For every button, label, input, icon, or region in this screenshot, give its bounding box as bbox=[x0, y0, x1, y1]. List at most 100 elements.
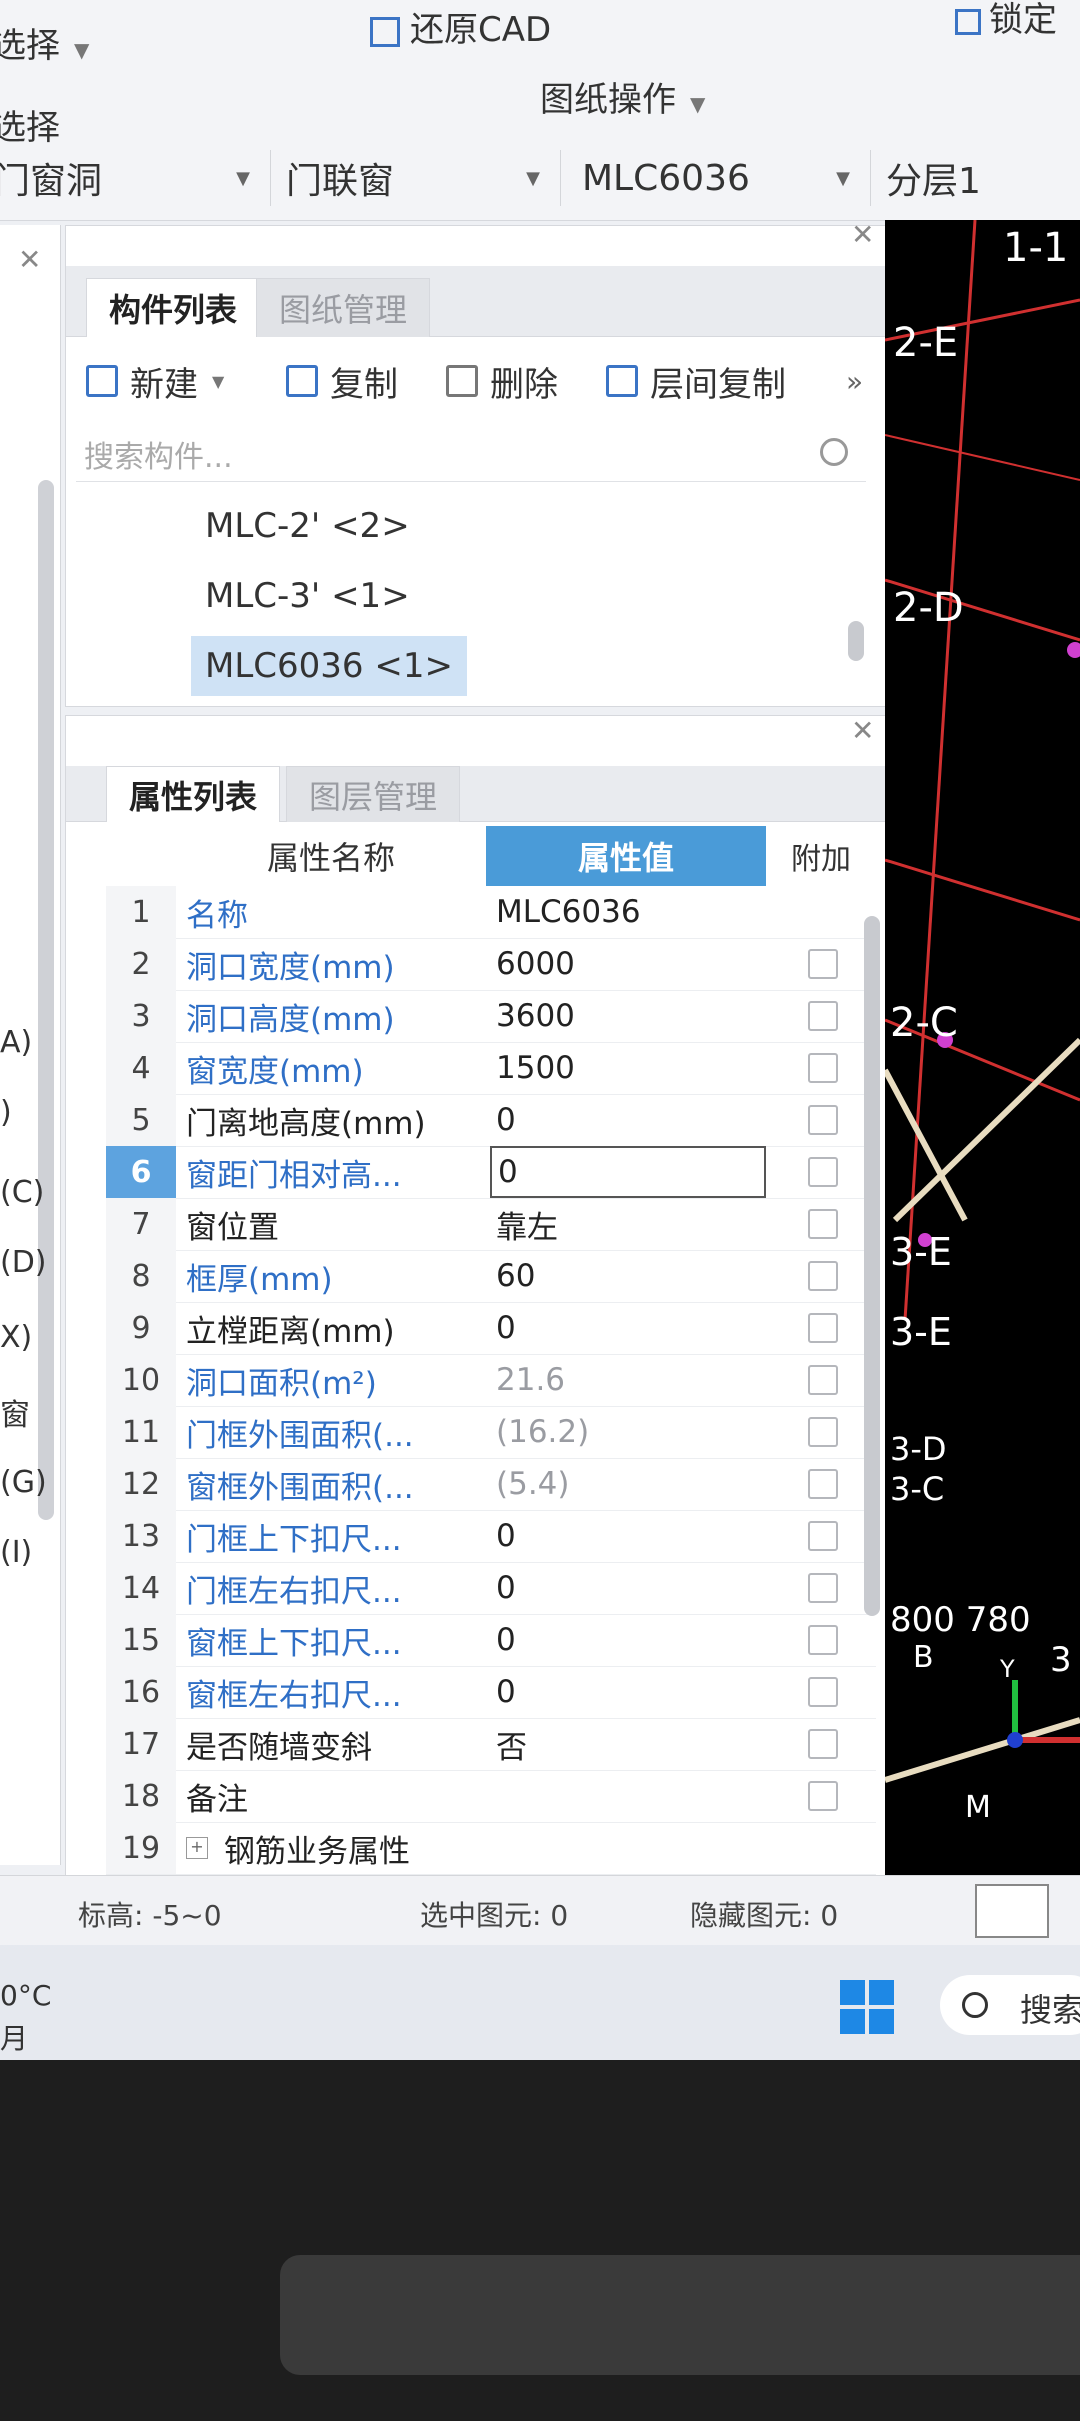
extra-checkbox[interactable] bbox=[808, 1781, 838, 1811]
left-scrollbar[interactable] bbox=[38, 480, 54, 1520]
extra-checkbox[interactable] bbox=[808, 1365, 838, 1395]
select-button[interactable]: 选择 bbox=[0, 100, 60, 149]
extra-checkbox[interactable] bbox=[808, 1053, 838, 1083]
extra-checkbox[interactable] bbox=[808, 1469, 838, 1499]
table-row[interactable]: 9 立樘距离(mm) 0 bbox=[106, 1302, 876, 1355]
property-value[interactable]: 3600 bbox=[496, 990, 766, 1042]
layer-select[interactable]: 分层1 bbox=[870, 150, 1080, 206]
windows-start-icon[interactable] bbox=[840, 1980, 894, 2034]
close-icon[interactable]: ✕ bbox=[851, 218, 874, 251]
header-property-value[interactable]: 属性值 bbox=[486, 826, 766, 886]
copy-button[interactable]: 复制 bbox=[286, 346, 398, 416]
table-row[interactable]: 4 窗宽度(mm) 1500 bbox=[106, 1042, 876, 1095]
property-value[interactable]: 1500 bbox=[496, 1042, 766, 1094]
property-value[interactable]: 6000 bbox=[496, 938, 766, 990]
property-value[interactable]: 0 bbox=[496, 1614, 766, 1666]
list-item[interactable]: MLC-3' <1> bbox=[191, 566, 424, 626]
cad-canvas[interactable]: 1-1 2-E 2-D 2-C 3-E 3-E 3-D 3-C 800 780 … bbox=[885, 220, 1080, 1880]
component-scrollbar[interactable] bbox=[848, 621, 864, 661]
component-select[interactable]: MLC6036 ▼ bbox=[560, 150, 871, 206]
category-select[interactable]: 门窗洞 ▼ bbox=[0, 150, 271, 206]
close-icon[interactable]: ✕ bbox=[18, 243, 41, 276]
new-icon bbox=[86, 365, 118, 397]
expand-icon[interactable]: + bbox=[186, 1837, 208, 1859]
property-value[interactable]: 0 bbox=[496, 1666, 766, 1718]
property-value[interactable]: 靠左 bbox=[496, 1198, 766, 1250]
property-value[interactable]: MLC6036 bbox=[496, 886, 766, 938]
weather-temp[interactable]: 0°C bbox=[0, 1979, 51, 2012]
table-row[interactable]: 11 门框外围面积(... (16.2) bbox=[106, 1406, 876, 1459]
extra-checkbox[interactable] bbox=[808, 1729, 838, 1759]
tab-layer-management[interactable]: 图层管理 bbox=[286, 766, 461, 822]
left-item[interactable]: A) bbox=[0, 1025, 32, 1060]
extra-checkbox[interactable] bbox=[808, 1261, 838, 1291]
table-row[interactable]: 3 洞口高度(mm) 3600 bbox=[106, 990, 876, 1043]
restore-cad-button[interactable]: 还原CAD bbox=[370, 2, 551, 51]
search-icon[interactable] bbox=[820, 438, 848, 466]
table-row[interactable]: 7 窗位置 靠左 bbox=[106, 1198, 876, 1251]
table-row[interactable]: 8 框厚(mm) 60 bbox=[106, 1250, 876, 1303]
cad-axis-label: 1-1 bbox=[1003, 225, 1069, 271]
left-item[interactable]: (C) bbox=[0, 1175, 44, 1210]
property-value[interactable]: 否 bbox=[496, 1718, 766, 1770]
table-row[interactable]: 10 洞口面积(m²) 21.6 bbox=[106, 1354, 876, 1407]
left-item[interactable]: ) bbox=[0, 1095, 12, 1130]
tab-property-list[interactable]: 属性列表 bbox=[106, 766, 281, 822]
property-value-editor[interactable]: 0 bbox=[490, 1146, 766, 1198]
property-value[interactable]: 0 bbox=[496, 1510, 766, 1562]
property-value[interactable]: 0 bbox=[496, 1302, 766, 1354]
header-property-name[interactable]: 属性名称 bbox=[176, 826, 486, 886]
delete-button[interactable]: 删除 bbox=[446, 346, 558, 416]
list-item[interactable]: MLC-2' <2> bbox=[191, 496, 424, 556]
left-item[interactable]: X) bbox=[0, 1320, 32, 1355]
table-row[interactable]: 18 备注 bbox=[106, 1770, 876, 1823]
left-item[interactable]: (G) bbox=[0, 1465, 47, 1500]
extra-checkbox[interactable] bbox=[808, 1521, 838, 1551]
extra-checkbox[interactable] bbox=[808, 1209, 838, 1239]
table-row-active[interactable]: 6 窗距门相对高... 0 bbox=[106, 1146, 876, 1199]
list-item-selected[interactable]: MLC6036 <1> bbox=[191, 636, 467, 696]
left-item[interactable]: 窗 bbox=[0, 1390, 30, 1434]
view-toggle-button[interactable] bbox=[975, 1884, 1049, 1938]
more-button[interactable]: » bbox=[846, 346, 863, 416]
property-scrollbar[interactable] bbox=[864, 916, 880, 1616]
drawing-operations-menu[interactable]: 图纸操作 ▼ bbox=[540, 72, 705, 121]
left-item[interactable]: (I) bbox=[0, 1535, 32, 1570]
table-row[interactable]: 2 洞口宽度(mm) 6000 bbox=[106, 938, 876, 991]
property-value[interactable]: 60 bbox=[496, 1250, 766, 1302]
table-row[interactable]: 17 是否随墙变斜 否 bbox=[106, 1718, 876, 1771]
left-item[interactable]: (D) bbox=[0, 1245, 47, 1280]
extra-checkbox[interactable] bbox=[808, 1001, 838, 1031]
extra-checkbox[interactable] bbox=[808, 1313, 838, 1343]
tab-drawing-management[interactable]: 图纸管理 bbox=[256, 278, 431, 337]
floor-copy-button[interactable]: 层间复制 bbox=[606, 346, 786, 416]
select-dropdown[interactable]: 选择 ▼ bbox=[0, 18, 89, 67]
extra-checkbox[interactable] bbox=[808, 1625, 838, 1655]
property-value[interactable]: 0 bbox=[496, 1094, 766, 1146]
extra-checkbox[interactable] bbox=[808, 1157, 838, 1187]
taskbar-search[interactable]: 搜索 bbox=[940, 1975, 1080, 2035]
table-row[interactable]: 14 门框左右扣尺... 0 bbox=[106, 1562, 876, 1615]
extra-checkbox[interactable] bbox=[808, 1105, 838, 1135]
extra-checkbox[interactable] bbox=[808, 949, 838, 979]
property-value[interactable] bbox=[496, 1770, 766, 1822]
table-row[interactable]: 1 名称 MLC6036 bbox=[106, 886, 876, 939]
extra-checkbox[interactable] bbox=[808, 1677, 838, 1707]
header-extra[interactable]: 附加 bbox=[766, 826, 876, 886]
table-row[interactable]: 5 门离地高度(mm) 0 bbox=[106, 1094, 876, 1147]
extra-checkbox[interactable] bbox=[808, 1417, 838, 1447]
property-value[interactable]: 0 bbox=[496, 1562, 766, 1614]
table-row[interactable]: 19 + 钢筋业务属性 bbox=[106, 1822, 876, 1875]
lock-button[interactable]: 锁定 bbox=[955, 0, 1057, 41]
table-row[interactable]: 13 门框上下扣尺... 0 bbox=[106, 1510, 876, 1563]
search-input[interactable]: 搜索构件... bbox=[76, 426, 866, 482]
table-row[interactable]: 12 窗框外围面积(... (5.4) bbox=[106, 1458, 876, 1511]
tab-component-list[interactable]: 构件列表 bbox=[86, 278, 261, 337]
table-row[interactable]: 16 窗框左右扣尺... 0 bbox=[106, 1666, 876, 1719]
type-select[interactable]: 门联窗 ▼ bbox=[270, 150, 561, 206]
close-icon[interactable]: ✕ bbox=[851, 714, 874, 747]
extra-checkbox[interactable] bbox=[808, 1573, 838, 1603]
new-button[interactable]: 新建 ▼ bbox=[86, 346, 224, 416]
copy-icon bbox=[286, 365, 318, 397]
table-row[interactable]: 15 窗框上下扣尺... 0 bbox=[106, 1614, 876, 1667]
